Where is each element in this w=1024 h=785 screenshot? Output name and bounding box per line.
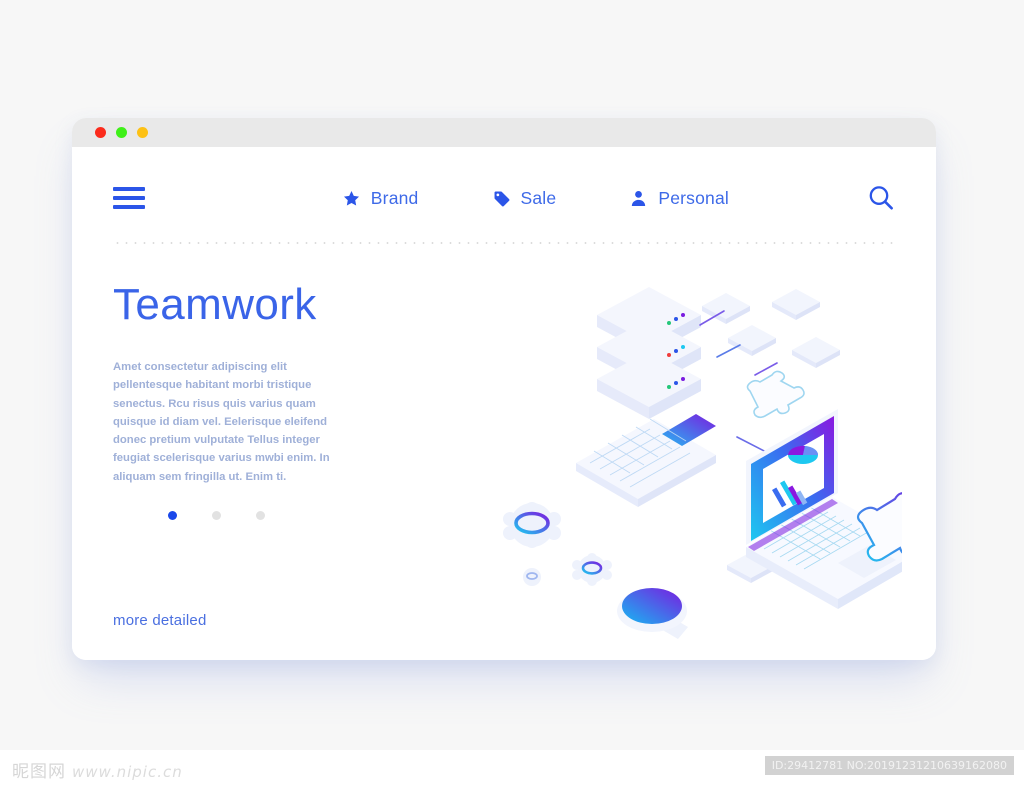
hero-section: Teamwork Amet consectetur adipiscing eli… bbox=[113, 280, 373, 521]
watermark-logo: 昵图网 www.nipic.cn bbox=[12, 757, 183, 782]
page-title: Teamwork bbox=[113, 280, 317, 329]
nav-item-label: Brand bbox=[370, 187, 419, 208]
nav-divider bbox=[113, 242, 898, 244]
screenshot-root: Brand Sale Personal Teamwork Amet consec… bbox=[0, 0, 1024, 785]
gear-small bbox=[523, 568, 541, 586]
watermark-site: www.nipic.cn bbox=[72, 763, 183, 781]
carousel-dot-3[interactable] bbox=[256, 511, 265, 521]
browser-window: Brand Sale Personal Teamwork Amet consec… bbox=[72, 118, 936, 660]
gear bbox=[503, 502, 561, 548]
nav-item-label: Sale bbox=[520, 187, 557, 208]
star-icon bbox=[343, 190, 359, 205]
nav-items: Brand Sale Personal bbox=[342, 183, 898, 213]
hero-body-text: Amet consectetur adipiscing elit pellent… bbox=[113, 361, 330, 483]
gear bbox=[572, 553, 612, 586]
tag-icon bbox=[494, 191, 509, 207]
window-minimize-button[interactable] bbox=[116, 127, 127, 138]
search-icon[interactable] bbox=[866, 183, 896, 213]
more-detailed-link[interactable]: more detailed bbox=[113, 612, 207, 629]
watermark-bar: 昵图网 www.nipic.cn ID:29412781 NO:201912312… bbox=[0, 750, 1024, 785]
nav-item-brand[interactable]: Brand bbox=[342, 188, 419, 209]
hamburger-bar bbox=[113, 205, 145, 209]
nav-item-sale[interactable]: Sale bbox=[492, 188, 557, 209]
nav-item-personal[interactable]: Personal bbox=[629, 188, 729, 209]
carousel-dots bbox=[168, 511, 373, 521]
window-close-button[interactable] bbox=[95, 127, 106, 138]
hamburger-icon[interactable] bbox=[113, 187, 145, 209]
keyboard bbox=[576, 414, 716, 507]
isometric-teamwork-illustration bbox=[472, 257, 902, 657]
server-stack bbox=[597, 287, 701, 419]
window-maximize-button[interactable] bbox=[137, 127, 148, 138]
carousel-dot-1[interactable] bbox=[168, 511, 177, 521]
puzzle-piece-small bbox=[746, 370, 805, 419]
main-navigation: Brand Sale Personal bbox=[113, 172, 898, 224]
page-content: Brand Sale Personal Teamwork Amet consec… bbox=[72, 147, 936, 660]
search-glyph bbox=[869, 186, 893, 210]
hamburger-bar bbox=[113, 196, 145, 200]
watermark-id: ID:29412781 NO:20191231210639162080 bbox=[764, 756, 1014, 775]
magnifier bbox=[617, 588, 688, 639]
hamburger-bar bbox=[113, 187, 145, 191]
pie-chart bbox=[787, 445, 819, 464]
watermark-logo-text: 昵图网 bbox=[12, 762, 66, 782]
person-icon bbox=[632, 190, 646, 206]
window-titlebar bbox=[72, 118, 936, 147]
nav-item-label: Personal bbox=[658, 187, 729, 208]
carousel-dot-2[interactable] bbox=[212, 511, 221, 521]
